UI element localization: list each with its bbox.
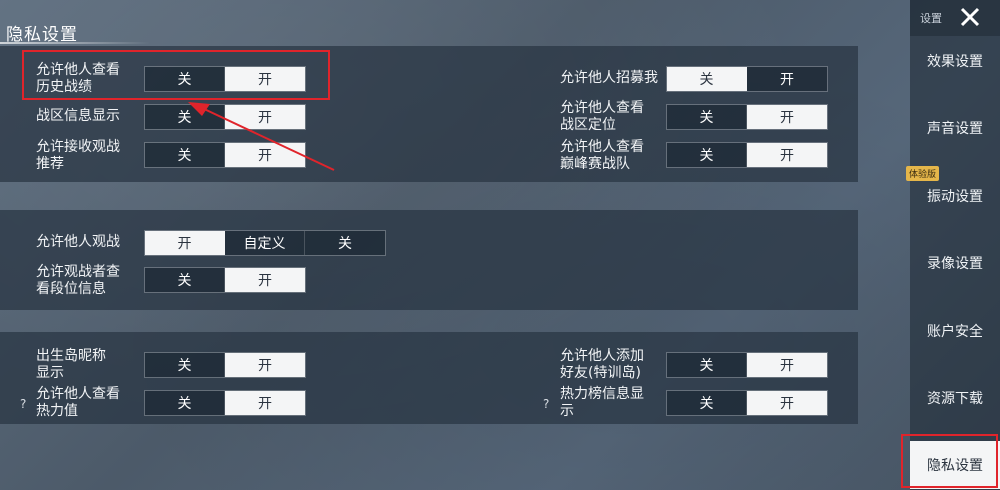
heat-rank-help-icon[interactable]: ?	[543, 397, 549, 411]
sidebar-item-vibration[interactable]: 振动设置	[910, 171, 1000, 221]
add-friend-off-button[interactable]: 关	[667, 353, 747, 377]
peak-team-toggle: 关 开	[666, 142, 828, 168]
heat-value-help-icon[interactable]: ?	[20, 397, 26, 411]
peak-team-on-button[interactable]: 开	[747, 143, 827, 167]
island-name-on-button[interactable]: 开	[225, 353, 305, 377]
sidebar-item-privacy[interactable]: 隐私设置	[910, 441, 1000, 489]
rank-info-off-button[interactable]: 关	[145, 268, 225, 292]
title-underline	[0, 42, 150, 44]
recruit-on-button[interactable]: 开	[747, 67, 827, 91]
spectate-toggle: 开 自定义 关	[144, 230, 386, 256]
sidebar-item-resource-download[interactable]: 资源下载	[910, 373, 1000, 423]
sidebar-item-recording[interactable]: 录像设置	[910, 238, 1000, 288]
history-on-button[interactable]: 开	[225, 67, 305, 91]
heat-value-toggle: 关 开	[144, 390, 306, 416]
add-friend-toggle: 关 开	[666, 352, 828, 378]
island-name-toggle: 关 开	[144, 352, 306, 378]
rank-info-label: 允许观战者查 看段位信息	[36, 264, 120, 297]
island-name-label: 出生岛昵称 显示	[36, 348, 106, 381]
heat-rank-label: 热力榜信息显 示	[560, 386, 644, 419]
section-spectate-privacy	[0, 210, 858, 310]
history-label: 允许他人查看 历史战绩	[36, 62, 120, 95]
history-off-button[interactable]: 关	[145, 67, 225, 91]
peak-team-off-button[interactable]: 关	[667, 143, 747, 167]
region-locate-label: 允许他人查看 战区定位	[560, 100, 644, 133]
island-name-off-button[interactable]: 关	[145, 353, 225, 377]
heat-rank-on-button[interactable]: 开	[747, 391, 827, 415]
history-toggle: 关 开	[144, 66, 306, 92]
region-info-off-button[interactable]: 关	[145, 105, 225, 129]
recruit-toggle: 关 开	[666, 66, 828, 92]
region-locate-off-button[interactable]: 关	[667, 105, 747, 129]
add-friend-on-button[interactable]: 开	[747, 353, 827, 377]
sidebar-item-account-security[interactable]: 账户安全	[910, 306, 1000, 356]
peak-team-label: 允许他人查看 巅峰赛战队	[560, 139, 644, 172]
sidebar-item-effects[interactable]: 效果设置	[910, 36, 1000, 86]
region-info-label: 战区信息显示	[36, 108, 120, 124]
settings-header-label: 设置	[920, 12, 942, 25]
region-locate-on-button[interactable]: 开	[747, 105, 827, 129]
recommend-toggle: 关 开	[144, 142, 306, 168]
spectate-custom-button[interactable]: 自定义	[225, 231, 305, 255]
recruit-off-button[interactable]: 关	[667, 67, 747, 91]
region-info-toggle: 关 开	[144, 104, 306, 130]
close-icon	[960, 7, 980, 27]
recommend-on-button[interactable]: 开	[225, 143, 305, 167]
recommend-label: 允许接收观战 推荐	[36, 139, 120, 172]
spectate-label: 允许他人观战	[36, 234, 120, 250]
recommend-off-button[interactable]: 关	[145, 143, 225, 167]
heat-value-on-button[interactable]: 开	[225, 391, 305, 415]
sidebar-item-sound[interactable]: 声音设置	[910, 103, 1000, 153]
spectate-off-button[interactable]: 关	[305, 231, 385, 255]
rank-info-on-button[interactable]: 开	[225, 268, 305, 292]
add-friend-label: 允许他人添加 好友(特训岛)	[560, 348, 644, 381]
rank-info-toggle: 关 开	[144, 267, 306, 293]
heat-rank-toggle: 关 开	[666, 390, 828, 416]
heat-rank-off-button[interactable]: 关	[667, 391, 747, 415]
region-locate-toggle: 关 开	[666, 104, 828, 130]
recruit-label: 允许他人招募我	[560, 70, 658, 86]
region-info-on-button[interactable]: 开	[225, 105, 305, 129]
close-button[interactable]	[952, 2, 988, 32]
heat-value-off-button[interactable]: 关	[145, 391, 225, 415]
spectate-on-button[interactable]: 开	[145, 231, 225, 255]
heat-value-label: 允许他人查看 热力值	[36, 386, 120, 419]
